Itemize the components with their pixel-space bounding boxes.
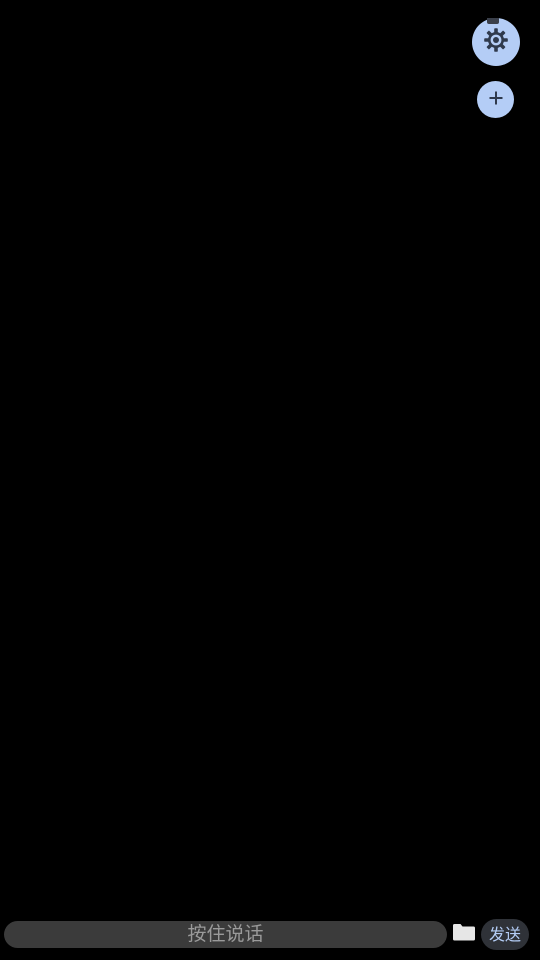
plus-icon: [488, 90, 504, 110]
folder-icon: [452, 922, 476, 946]
send-button[interactable]: 发送: [481, 919, 529, 950]
add-button[interactable]: [477, 81, 514, 118]
input-bar: 按住说话 发送: [0, 918, 540, 952]
settings-button[interactable]: [472, 18, 520, 66]
badge-tab: [487, 18, 499, 24]
file-button[interactable]: [452, 923, 476, 945]
gear-icon: [482, 26, 510, 58]
hold-to-talk-button[interactable]: 按住说话: [4, 921, 447, 948]
chat-screen: 按住说话 发送: [0, 0, 540, 960]
